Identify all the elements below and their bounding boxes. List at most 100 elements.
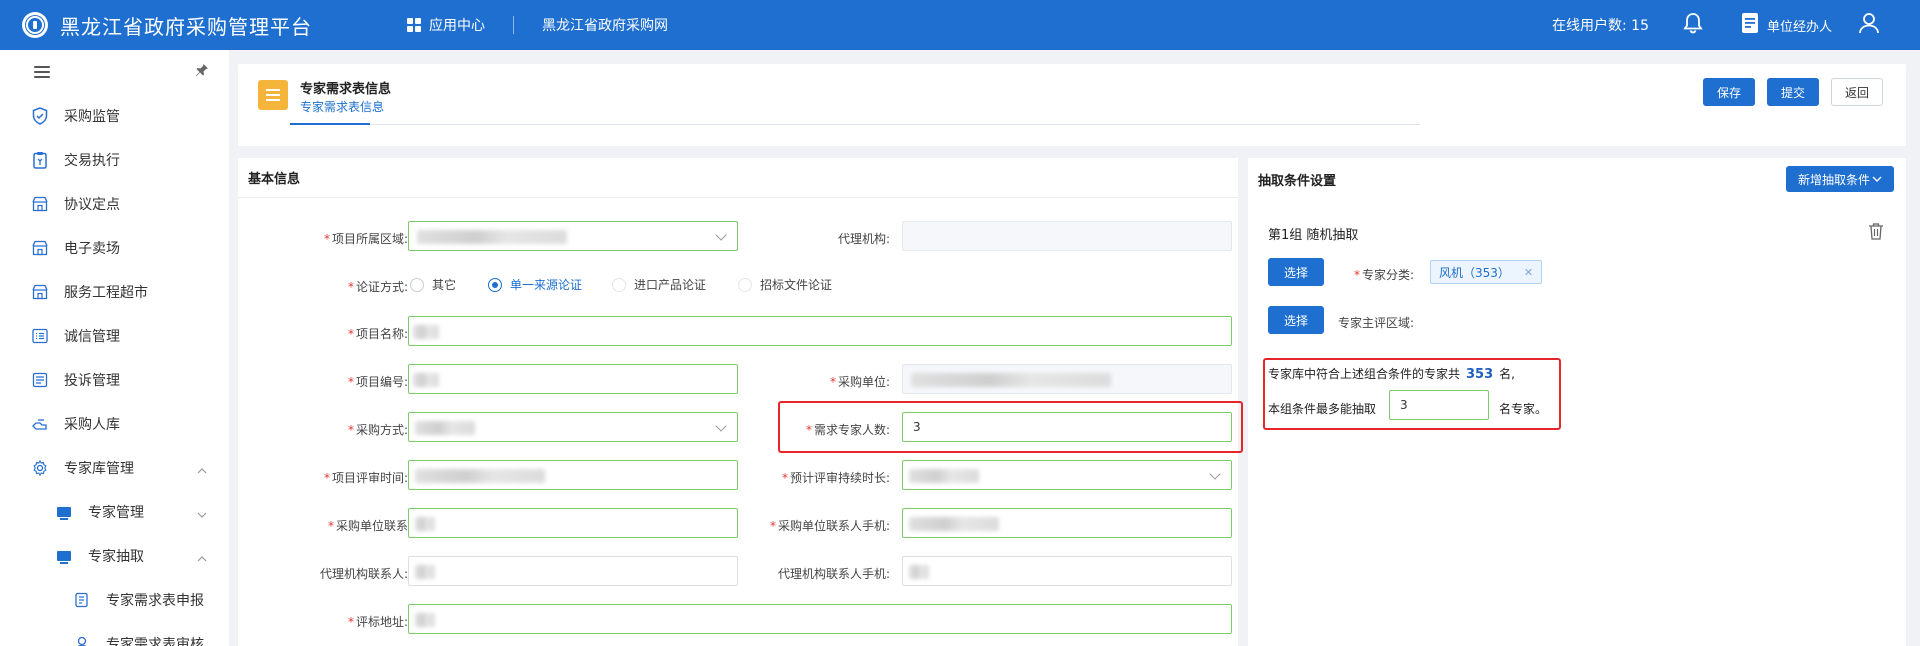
sidebar-item-complaint-management[interactable]: 投诉管理 [0,358,229,402]
project-name-label: * 项目名称: [347,327,408,341]
page-title-card: 专家需求表信息 专家需求表信息 保存 提交 返回 [238,64,1906,146]
redacted-value [413,373,439,387]
hand-icon [30,414,50,434]
sidebar-item-demand-apply[interactable]: 专家需求表申报 [0,578,229,622]
sidebar-item-e-mall[interactable]: 电子卖场 [0,226,229,270]
sidebar-item-purchaser-database[interactable]: 采购人库 [0,402,229,446]
doc-icon [30,370,50,390]
region-label: 专家主评区域: [1337,316,1414,330]
sidebar-item-expert-database[interactable]: 专家库管理 [0,446,229,490]
list-icon [30,326,50,346]
summary-line: 专家库中符合上述组合条件的专家共 353 名, [1268,367,1515,382]
form-icon [72,590,92,610]
store-icon [30,282,50,302]
method-option-tender-doc[interactable]: 招标文件论证 [738,276,832,293]
chevron-down-icon [715,229,727,241]
grid-icon [407,18,421,32]
user-role: 单位经办人 [1766,19,1832,35]
method-option-other[interactable]: 其它 [410,276,456,293]
add-condition-button[interactable]: 新增抽取条件 [1785,166,1894,192]
purchaser-phone-label: * 采购单位联系人手机: [769,519,890,533]
top-header: 黑龙江省政府采购管理平台 应用中心 黑龙江省政府采购网 在线用户数: 15 单位… [0,0,1920,50]
method-option-single-source[interactable]: 单一来源论证 [488,276,582,293]
submit-button[interactable]: 提交 [1767,78,1819,106]
sidebar-item-expert-extraction[interactable]: 专家抽取 [0,534,229,578]
app-center-link[interactable]: 应用中心 [407,15,485,35]
select-category-button[interactable]: 选择 [1268,258,1324,286]
chevron-up-icon [197,462,207,478]
address-label: * 评标地址: [347,615,408,629]
sidebar-item-demand-review[interactable]: 专家需求表审核 [0,622,229,646]
procurement-method-select[interactable] [408,412,738,442]
select-region-button[interactable]: 选择 [1268,306,1324,334]
tab-active-indicator [290,123,370,125]
platform-logo [22,12,48,38]
chevron-down-icon [1872,176,1882,182]
back-button[interactable]: 返回 [1831,78,1883,106]
redacted-value [415,421,475,435]
duration-select[interactable] [902,460,1232,490]
region-select[interactable] [408,221,738,251]
clipboard-icon [30,150,50,170]
agency-contact-label: 代理机构联系人: [319,567,408,581]
max-extract-input[interactable]: 3 [1389,390,1489,420]
redacted-value [911,373,1111,387]
chevron-down-icon [197,506,207,522]
sidebar-item-credit-management[interactable]: 诚信管理 [0,314,229,358]
review-time-label: * 项目评审时间: [323,471,408,485]
sidebar-item-label: 协议定点 [64,197,120,213]
redacted-value [909,469,979,483]
category-label: * 专家分类: [1353,268,1414,282]
agency-contact-input[interactable] [408,556,738,586]
sidebar-item-label: 采购监管 [64,109,120,125]
sidebar-item-label: 投诉管理 [64,373,120,389]
sidebar-item-service-market[interactable]: 服务工程超市 [0,270,229,314]
purchaser-contact-input[interactable] [408,508,738,538]
sidebar-item-label: 专家抽取 [88,549,144,565]
purchaser-phone-input[interactable] [902,508,1232,538]
sidebar-item-label: 交易执行 [64,153,120,169]
review-time-input[interactable] [408,460,738,490]
person-icon [72,634,92,646]
project-code-label: * 项目编号: [347,375,408,389]
chevron-down-icon [715,420,727,432]
close-icon[interactable]: ✕ [1524,266,1533,279]
save-button[interactable]: 保存 [1703,78,1755,106]
project-name-input[interactable] [408,316,1232,346]
group-title: 第1组 随机抽取 [1268,228,1359,243]
redacted-value [413,325,439,339]
agency-phone-input[interactable] [902,556,1232,586]
purchaser-contact-label: * 采购单位联系 [327,519,408,533]
pin-icon[interactable] [195,63,209,81]
redacted-value [909,565,929,579]
method-option-imported[interactable]: 进口产品论证 [612,276,706,293]
sidebar-item-agreement-designated[interactable]: 协议定点 [0,182,229,226]
address-input[interactable] [408,604,1232,634]
max-extract-suffix: 名专家。 [1499,402,1548,416]
duration-label: * 预计评审持续时长: [781,471,890,485]
project-code-input[interactable] [408,364,738,394]
redacted-value [417,230,567,244]
header-divider [513,16,514,34]
page-title: 专家需求表信息 [300,82,392,97]
app-center-label: 应用中心 [429,18,485,34]
redacted-value [415,565,435,579]
menu-toggle-icon[interactable] [34,66,50,78]
matching-expert-count: 353 [1466,367,1494,382]
sidebar-item-expert-management[interactable]: 专家管理 [0,490,229,534]
bell-icon[interactable] [1683,12,1703,38]
sidebar-item-procurement-supervision[interactable]: 采购监管 [0,94,229,138]
sidebar-item-label: 专家需求表申报 [106,593,204,609]
sidebar-item-transaction-execution[interactable]: 交易执行 [0,138,229,182]
trash-icon[interactable] [1868,222,1884,244]
highlight-box-expert-count [778,401,1243,453]
shield-icon [30,106,50,126]
sidebar-item-label: 专家库管理 [64,461,134,477]
document-icon[interactable] [1741,12,1759,38]
sidebar: 采购监管 交易执行 协议定点 电子卖场 服务工程超市 诚信管理 投诉管理 采购人… [0,50,229,646]
category-tag: 风机（353） ✕ [1430,260,1543,284]
region-label: * 项目所属区域: [323,232,408,246]
tab-expert-demand-info[interactable]: 专家需求表信息 [300,98,384,115]
gov-procurement-link[interactable]: 黑龙江省政府采购网 [542,15,668,35]
user-icon[interactable] [1858,12,1880,38]
